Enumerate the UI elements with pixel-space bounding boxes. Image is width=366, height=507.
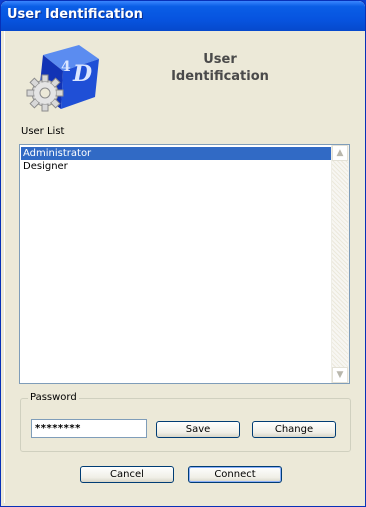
- window-title: User Identification: [7, 7, 143, 22]
- 4d-logo-icon: D 4: [21, 41, 101, 115]
- password-group-legend: Password: [28, 392, 79, 403]
- connect-button[interactable]: Connect: [188, 466, 282, 483]
- list-item-designer[interactable]: Designer: [21, 160, 331, 173]
- vertical-scrollbar[interactable]: ▲ ▼: [331, 145, 349, 383]
- user-list-label: User List: [21, 126, 65, 137]
- dialog-heading: User Identification: [155, 51, 285, 85]
- svg-text:D: D: [72, 61, 92, 87]
- heading-line-1: User: [203, 52, 237, 67]
- svg-text:4: 4: [61, 59, 71, 75]
- cancel-button[interactable]: Cancel: [80, 466, 174, 483]
- user-listbox[interactable]: Administrator Designer ▲ ▼: [19, 144, 350, 384]
- dialog-client-area: D 4 User Identification User List Admini…: [4, 31, 361, 503]
- user-identification-window: User Identification D 4 User Identificat…: [0, 0, 366, 507]
- scroll-up-arrow-icon[interactable]: ▲: [332, 145, 348, 161]
- change-button[interactable]: Change: [252, 421, 336, 438]
- save-button[interactable]: Save: [156, 421, 240, 438]
- password-field[interactable]: ********: [31, 419, 147, 438]
- title-bar[interactable]: User Identification: [1, 1, 365, 31]
- scroll-track[interactable]: [332, 161, 348, 367]
- heading-line-2: Identification: [171, 69, 269, 84]
- list-item-administrator[interactable]: Administrator: [21, 147, 331, 160]
- scroll-down-arrow-icon[interactable]: ▼: [332, 367, 348, 383]
